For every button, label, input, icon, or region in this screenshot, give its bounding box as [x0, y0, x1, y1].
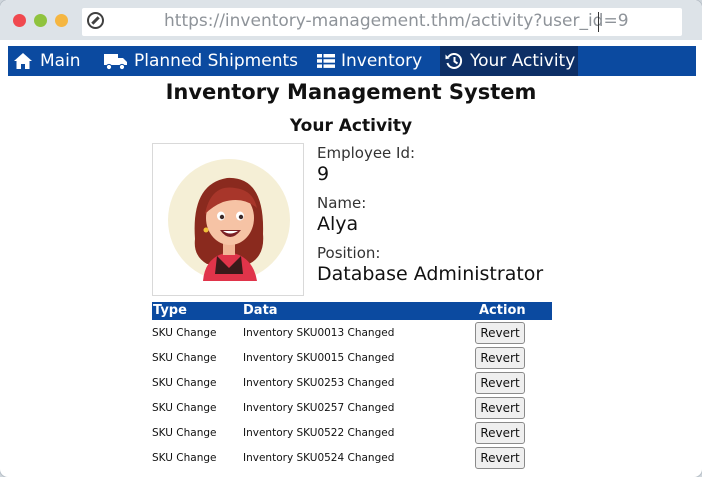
table-list-icon [317, 54, 335, 68]
row-data: Inventory SKU0524 Changed [243, 452, 395, 464]
nav-planned-shipments[interactable]: Planned Shipments [101, 46, 301, 76]
row-data: Inventory SKU0013 Changed [243, 327, 395, 339]
column-header-action: Action [479, 303, 526, 318]
user-avatar-image [168, 159, 290, 281]
row-type: SKU Change [152, 427, 217, 439]
row-data: Inventory SKU0257 Changed [243, 402, 395, 414]
nav-main-label: Main [40, 51, 81, 71]
close-window-button[interactable] [13, 14, 26, 27]
table-row: SKU Change Inventory SKU0257 Changed Rev… [152, 397, 552, 422]
home-icon [14, 53, 32, 69]
row-data: Inventory SKU0253 Changed [243, 377, 395, 389]
nav-planned-shipments-label: Planned Shipments [134, 51, 298, 71]
name-label: Name: [317, 194, 367, 212]
position-value: Database Administrator [317, 263, 544, 285]
history-icon [445, 53, 463, 69]
table-row: SKU Change Inventory SKU0522 Changed Rev… [152, 422, 552, 447]
table-row: SKU Change Inventory SKU0253 Changed Rev… [152, 372, 552, 397]
revert-button[interactable]: Revert [475, 397, 525, 419]
nav-inventory[interactable]: Inventory [311, 46, 433, 76]
nav-main[interactable]: Main [8, 46, 92, 76]
revert-button[interactable]: Revert [475, 447, 525, 469]
row-type: SKU Change [152, 452, 217, 464]
employee-id-label: Employee Id: [317, 144, 416, 162]
revert-button[interactable]: Revert [475, 372, 525, 394]
browser-window: https://inventory-management.thm/activit… [0, 0, 702, 477]
row-data: Inventory SKU0522 Changed [243, 427, 395, 439]
page-title: Inventory Management System [165, 80, 537, 104]
employee-id-value: 9 [317, 163, 330, 185]
text-caret [598, 12, 599, 32]
minimize-window-button[interactable] [34, 14, 47, 27]
nav-your-activity[interactable]: Your Activity [440, 46, 578, 76]
column-header-data: Data [243, 303, 278, 318]
column-header-type: Type [153, 303, 187, 318]
activity-table-header: Type Data Action [152, 302, 552, 320]
main-navbar: Main Planned Shipments Inventory Your Ac… [8, 46, 696, 76]
nav-inventory-label: Inventory [341, 51, 423, 71]
nav-your-activity-label: Your Activity [470, 51, 576, 71]
avatar [152, 143, 304, 296]
maximize-window-button[interactable] [55, 14, 68, 27]
table-row: SKU Change Inventory SKU0015 Changed Rev… [152, 347, 552, 372]
truck-icon [104, 54, 127, 70]
revert-button[interactable]: Revert [475, 422, 525, 444]
browser-titlebar: https://inventory-management.thm/activit… [0, 0, 702, 40]
row-type: SKU Change [152, 327, 217, 339]
position-label: Position: [317, 244, 381, 262]
table-row: SKU Change Inventory SKU0524 Changed Rev… [152, 447, 552, 472]
compass-icon [87, 12, 104, 29]
url-text[interactable]: https://inventory-management.thm/activit… [164, 11, 629, 31]
row-data: Inventory SKU0015 Changed [243, 352, 395, 364]
address-bar[interactable]: https://inventory-management.thm/activit… [82, 8, 682, 36]
table-row: SKU Change Inventory SKU0013 Changed Rev… [152, 322, 552, 347]
name-value: Alya [317, 213, 359, 235]
row-type: SKU Change [152, 377, 217, 389]
row-type: SKU Change [152, 402, 217, 414]
row-type: SKU Change [152, 352, 217, 364]
page-subtitle: Your Activity [289, 116, 413, 136]
revert-button[interactable]: Revert [475, 347, 525, 369]
revert-button[interactable]: Revert [475, 322, 525, 344]
